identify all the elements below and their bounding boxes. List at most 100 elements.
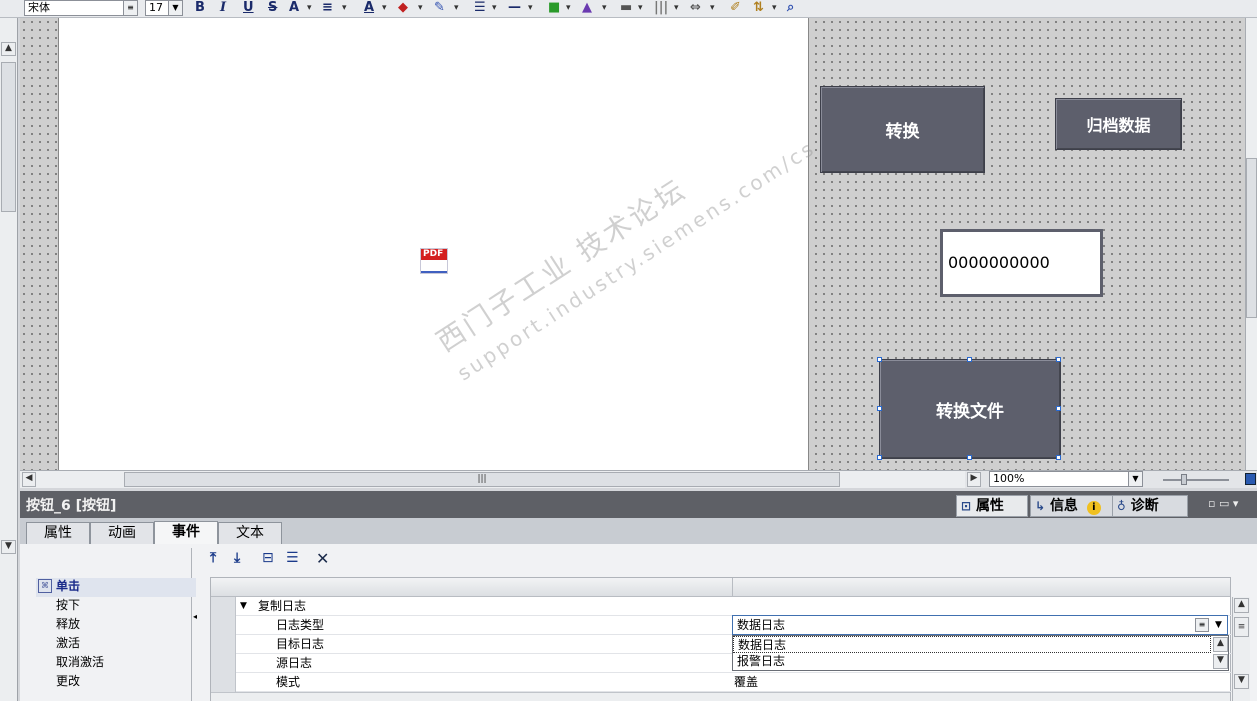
convert-file-button[interactable]: 转换文件 [879, 359, 1061, 459]
tab-texts[interactable]: 文本 [218, 522, 282, 544]
selection-handle[interactable] [877, 357, 882, 362]
hscroll-thumb[interactable]: ||| [124, 472, 840, 487]
fit-screen-icon[interactable] [1245, 473, 1256, 485]
function-row[interactable]: ▼ 复制日志 [211, 597, 1232, 616]
font-size-value: 17 [149, 1, 163, 14]
scroll-up-icon[interactable]: ▲ [1213, 637, 1228, 652]
tab-diagnostics[interactable]: ♁ 诊断 [1112, 495, 1188, 517]
tab-properties[interactable]: 属性 [26, 522, 90, 544]
io-field[interactable]: 0000000000 [940, 229, 1103, 297]
zoom-slider-thumb[interactable] [1181, 474, 1187, 485]
selection-handle[interactable] [967, 455, 972, 460]
row-gutter [211, 597, 236, 616]
inspector-header: 按钮_6 [按钮] ⊡ 属性 ↳ 信息 i ♁ 诊断 ▫ ▭ ▾ [20, 491, 1257, 518]
bold-button[interactable]: B [195, 0, 205, 16]
distribute-icon[interactable]: ||| [654, 0, 668, 16]
selection-handle[interactable] [967, 357, 972, 362]
scroll-down-icon[interactable]: ▼ [1234, 674, 1249, 689]
arrange-icon[interactable]: ■ [548, 0, 560, 16]
function-name: 复制日志 [258, 599, 307, 613]
param-name: 目标日志 [276, 637, 325, 651]
scroll-down-icon[interactable]: ▼ [1213, 654, 1228, 669]
vscroll-thumb[interactable]: ≡ [1234, 617, 1249, 637]
zoom-select[interactable]: 100% ▼ [989, 471, 1143, 487]
move-down-icon[interactable]: ⤓ [234, 550, 240, 566]
canvas-horizontal-scrollbar[interactable]: ◀ ||| [20, 470, 965, 488]
grid-vscroll[interactable]: ▲ ≡ ▼ [1232, 597, 1250, 701]
tab-animation[interactable]: 动画 [90, 522, 154, 544]
convert-button[interactable]: 转换 [820, 86, 985, 173]
event-activate[interactable]: 激活 [56, 634, 80, 653]
pdf-viewer-object[interactable]: PDF [420, 248, 448, 274]
selection-handle[interactable] [877, 406, 882, 411]
strikethrough-button[interactable]: S [268, 0, 277, 16]
log-type-dropdown[interactable]: 数据日志 ≡ ▼ [732, 615, 1228, 635]
italic-button[interactable]: I [220, 0, 226, 16]
font-size-up-button[interactable]: A [289, 0, 299, 16]
row-gutter [211, 654, 236, 673]
window-controls-icon[interactable]: ▫ ▭ ▾ [1208, 497, 1238, 510]
line-style-icon[interactable]: — [508, 0, 521, 16]
pdf-bar-icon [421, 271, 447, 273]
list-icon: ≡ [123, 1, 137, 15]
font-color-icon[interactable]: A [364, 0, 374, 16]
left-side-strip: ▲ ▼ [0, 18, 18, 701]
chevron-down-icon[interactable]: ▼ [1211, 618, 1226, 632]
param-value[interactable]: 覆盖 [734, 673, 758, 692]
archive-data-button[interactable]: 归档数据 [1055, 98, 1182, 150]
fill-color-icon[interactable]: ◆ [398, 0, 408, 16]
brush-icon[interactable]: ✐ [730, 0, 741, 16]
scroll-up-icon[interactable]: ▲ [1234, 598, 1249, 613]
list-icon[interactable]: ≡ [1195, 618, 1209, 632]
selection-handle[interactable] [1056, 406, 1061, 411]
dropdown-arrow-icon: ▾ [382, 3, 387, 13]
layers-icon[interactable]: ⇅ [753, 0, 764, 16]
collapse-icon[interactable]: ☰ [286, 550, 299, 566]
font-size-select[interactable]: 17 ▼ [145, 0, 183, 16]
dropdown-arrow-icon: ▾ [602, 3, 607, 13]
rotate-icon[interactable]: ▲ [582, 0, 592, 16]
properties-icon: ⊡ [961, 499, 972, 513]
tab-events[interactable]: 事件 [154, 521, 218, 545]
scroll-left-icon[interactable]: ◀ [22, 472, 36, 487]
collapse-arrow-icon[interactable]: ▼ [240, 597, 247, 616]
expand-icon[interactable]: ⊟ [262, 550, 274, 566]
tab-properties-right[interactable]: ⊡ 属性 [956, 495, 1028, 517]
dropdown-arrow-icon: ▾ [342, 3, 347, 13]
canvas-vertical-scrollbar[interactable] [1245, 18, 1257, 470]
event-deactivate[interactable]: 取消激活 [56, 653, 104, 672]
scroll-up-icon[interactable]: ▲ [1, 42, 16, 56]
log-type-value: 数据日志 [737, 618, 786, 632]
event-release[interactable]: 释放 [56, 615, 80, 634]
dropdown-arrow-icon: ▾ [454, 3, 459, 13]
size-icon[interactable]: ⇔ [690, 0, 701, 16]
font-family-select[interactable]: 宋体 ≡ [24, 0, 138, 16]
option-data-log[interactable]: 数据日志 [733, 636, 1211, 653]
selection-handle[interactable] [1056, 357, 1061, 362]
zoom-icon[interactable]: ⌕ [787, 0, 794, 16]
line-color-icon[interactable]: ✎ [434, 0, 445, 16]
grid-hscroll[interactable] [211, 692, 1230, 701]
dropdown-arrow-icon: ▾ [307, 3, 312, 13]
underline-button[interactable]: U [243, 0, 254, 16]
vscroll-thumb[interactable] [1246, 158, 1257, 318]
scroll-down-icon[interactable]: ▼ [1, 540, 16, 554]
left-scroll-thumb[interactable] [1, 62, 16, 212]
selection-handle[interactable] [877, 455, 882, 460]
zoom-slider[interactable] [1163, 479, 1229, 481]
splitter-arrow-icon[interactable]: ◂ [193, 610, 199, 624]
align-objects-icon[interactable]: ▬ [620, 0, 632, 16]
option-alarm-log[interactable]: 报警日志 [733, 653, 1211, 670]
info-badge-icon: i [1086, 501, 1101, 515]
line-width-icon[interactable]: ☰ [474, 0, 486, 16]
align-icon[interactable]: ≡ [322, 0, 333, 16]
move-up-icon[interactable]: ⤒ [210, 550, 216, 566]
event-change[interactable]: 更改 [56, 672, 80, 691]
event-press[interactable]: 按下 [56, 596, 80, 615]
event-click[interactable]: 单击 [56, 577, 80, 596]
dropdown-arrow-icon: ▾ [710, 3, 715, 13]
param-row[interactable]: 模式 覆盖 [211, 673, 1232, 692]
delete-icon[interactable]: ✕ [316, 549, 329, 568]
scroll-right-icon[interactable]: ▶ [967, 472, 981, 487]
selection-handle[interactable] [1056, 455, 1061, 460]
